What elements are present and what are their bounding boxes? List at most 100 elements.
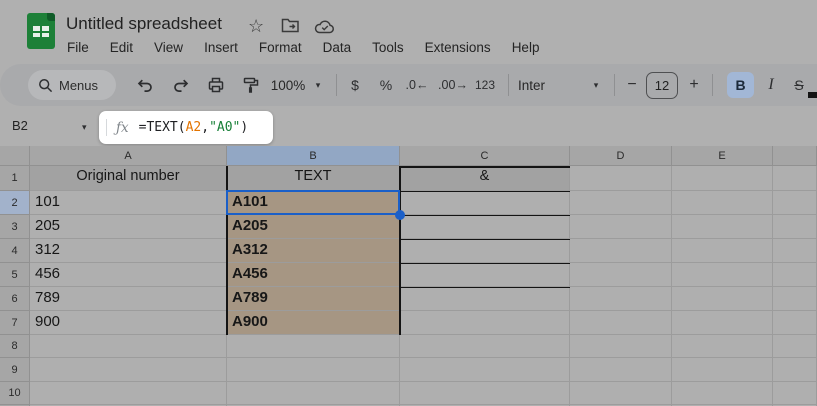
menu-extensions[interactable]: Extensions — [422, 39, 494, 56]
row-header-6[interactable]: 6 — [0, 287, 30, 311]
name-box[interactable]: B2 — [12, 118, 28, 133]
redo-icon[interactable] — [168, 64, 194, 106]
cell-D7[interactable] — [570, 311, 672, 335]
text-color-icon[interactable] — [808, 92, 817, 98]
cell-F6[interactable] — [773, 287, 817, 311]
cell-D4[interactable] — [570, 239, 672, 263]
cell-B4[interactable]: A312 — [227, 239, 400, 263]
cell-E4[interactable] — [672, 239, 773, 263]
cell-E3[interactable] — [672, 215, 773, 239]
cell-A9[interactable] — [30, 358, 227, 382]
cell-C3[interactable] — [400, 215, 570, 239]
cell-C9[interactable] — [400, 358, 570, 382]
paint-format-icon[interactable] — [238, 64, 264, 106]
font-family-select[interactable]: Inter — [518, 64, 560, 106]
column-header-C[interactable]: C — [400, 146, 570, 166]
font-caret-icon[interactable]: ▾ — [590, 64, 602, 106]
cell-E10[interactable] — [672, 382, 773, 405]
cell-B10[interactable] — [227, 382, 400, 405]
cell-D8[interactable] — [570, 335, 672, 358]
zoom-select[interactable]: 100% — [266, 64, 310, 106]
cell-A2[interactable]: 101 — [30, 191, 227, 215]
row-header-2[interactable]: 2 — [0, 191, 30, 215]
menu-tools[interactable]: Tools — [369, 39, 407, 56]
italic-button[interactable]: I — [760, 64, 782, 106]
decrease-font-size-button[interactable]: − — [622, 64, 642, 106]
menu-data[interactable]: Data — [320, 39, 355, 56]
cell-F10[interactable] — [773, 382, 817, 405]
menu-help[interactable]: Help — [509, 39, 543, 56]
row-header-9[interactable]: 9 — [0, 358, 30, 382]
fill-handle[interactable] — [395, 210, 405, 220]
cell-F7[interactable] — [773, 311, 817, 335]
undo-icon[interactable] — [132, 64, 158, 106]
cell-F9[interactable] — [773, 358, 817, 382]
move-to-folder-icon[interactable] — [281, 17, 301, 37]
more-formats-button[interactable]: 123 — [470, 64, 500, 106]
formula-input-highlight[interactable]: ƒx =TEXT(A2,"A0") — [99, 111, 273, 144]
row-header-7[interactable]: 7 — [0, 311, 30, 335]
cell-E1[interactable] — [672, 166, 773, 191]
cell-D9[interactable] — [570, 358, 672, 382]
increase-decimals-button[interactable]: .00→ — [437, 64, 469, 106]
row-header-1[interactable]: 1 — [0, 166, 30, 191]
row-header-10[interactable]: 10 — [0, 382, 30, 405]
cell-C7[interactable] — [400, 311, 570, 335]
formula-input[interactable]: =TEXT(A2,"A0") — [139, 120, 249, 135]
cell-D3[interactable] — [570, 215, 672, 239]
menu-file[interactable]: File — [64, 39, 92, 56]
cell-A4[interactable]: 312 — [30, 239, 227, 263]
name-box-caret-icon[interactable]: ▾ — [82, 122, 87, 133]
cell-D6[interactable] — [570, 287, 672, 311]
document-title[interactable]: Untitled spreadsheet — [66, 14, 222, 34]
cell-A7[interactable]: 900 — [30, 311, 227, 335]
row-header-4[interactable]: 4 — [0, 239, 30, 263]
column-header-partial[interactable] — [773, 146, 817, 166]
cell-C1[interactable]: & — [400, 166, 570, 191]
decrease-decimals-button[interactable]: .0← — [403, 64, 431, 106]
cell-A5[interactable]: 456 — [30, 263, 227, 287]
column-header-E[interactable]: E — [672, 146, 773, 166]
cell-C5[interactable] — [400, 263, 570, 287]
strikethrough-button[interactable]: S — [788, 64, 810, 106]
cell-A1[interactable]: Original number — [30, 166, 227, 191]
menu-format[interactable]: Format — [256, 39, 305, 56]
cell-B3[interactable]: A205 — [227, 215, 400, 239]
menu-edit[interactable]: Edit — [107, 39, 136, 56]
cell-D5[interactable] — [570, 263, 672, 287]
row-header-5[interactable]: 5 — [0, 263, 30, 287]
sheets-logo[interactable] — [27, 13, 55, 49]
cell-A10[interactable] — [30, 382, 227, 405]
cell-B5[interactable]: A456 — [227, 263, 400, 287]
cell-D1[interactable] — [570, 166, 672, 191]
cell-B1[interactable]: TEXT — [227, 166, 400, 191]
print-icon[interactable] — [203, 64, 229, 106]
cell-C2[interactable] — [400, 191, 570, 215]
column-header-B[interactable]: B — [227, 146, 400, 166]
bold-button[interactable]: B — [727, 72, 754, 98]
format-currency-button[interactable]: $ — [343, 64, 367, 106]
row-header-8[interactable]: 8 — [0, 335, 30, 358]
menu-insert[interactable]: Insert — [201, 39, 241, 56]
cell-F2[interactable] — [773, 191, 817, 215]
cell-B6[interactable]: A789 — [227, 287, 400, 311]
font-size-input[interactable]: 12 — [646, 72, 678, 99]
column-header-A[interactable]: A — [30, 146, 227, 166]
cell-C4[interactable] — [400, 239, 570, 263]
cell-E5[interactable] — [672, 263, 773, 287]
cell-A8[interactable] — [30, 335, 227, 358]
menu-view[interactable]: View — [151, 39, 186, 56]
star-icon[interactable]: ☆ — [248, 16, 268, 36]
cell-E6[interactable] — [672, 287, 773, 311]
cloud-check-icon[interactable] — [314, 19, 334, 39]
cell-F3[interactable] — [773, 215, 817, 239]
select-all-corner[interactable] — [0, 146, 30, 166]
cell-D2[interactable] — [570, 191, 672, 215]
cell-C10[interactable] — [400, 382, 570, 405]
cell-E9[interactable] — [672, 358, 773, 382]
cell-B9[interactable] — [227, 358, 400, 382]
column-header-D[interactable]: D — [570, 146, 672, 166]
cell-A6[interactable]: 789 — [30, 287, 227, 311]
cell-B7[interactable]: A900 — [227, 311, 400, 335]
zoom-caret-icon[interactable]: ▾ — [312, 64, 324, 106]
